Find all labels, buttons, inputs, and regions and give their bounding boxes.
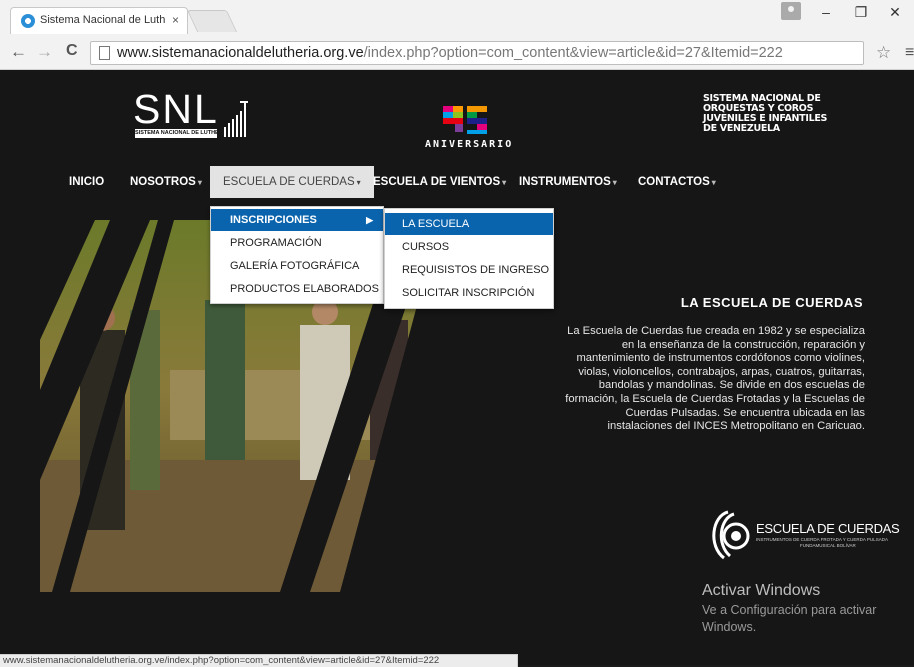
inscripciones-submenu: LA ESCUELA CURSOS REQUISISTOS DE INGRESO… [384,208,554,309]
snl-logo[interactable]: SNL SISTEMA NACIONAL DE LUTHERÍA [133,86,249,140]
browser-tab[interactable]: Sistema Nacional de Luth × [10,7,188,34]
minimize-button[interactable]: – [816,4,836,20]
status-url: www.sistemanacionaldelutheria.org.ve/ind… [3,655,440,666]
chevron-right-icon: ▶ [366,215,373,225]
submenu-item-cursos[interactable]: CURSOS [385,236,553,258]
escuela-cuerdas-emblem-icon [712,510,750,560]
browser-chrome: Sistema Nacional de Luth × – ❐ ✕ ← → C w… [0,0,914,70]
anniversary-text: ANIVERSARIO [425,139,514,150]
tab-close-icon[interactable]: × [172,13,179,27]
nav-contactos[interactable]: CONTACTOS ▾ [638,166,716,198]
new-tab-button[interactable] [186,10,238,32]
chevron-down-icon: ▾ [502,178,507,187]
close-window-button[interactable]: ✕ [885,4,905,21]
page-icon [99,46,110,60]
sistema-orquestas-logo: SISTEMA NACIONAL DE ORQUESTAS Y COROS JU… [703,93,828,134]
nav-nosotros[interactable]: NOSOTROS ▾ [130,166,202,198]
url-text: www.sistemanacionaldelutheria.org.ve/ind… [117,45,783,61]
nav-instrumentos[interactable]: INSTRUMENTOS ▾ [519,166,617,198]
dropdown-item-inscripciones[interactable]: INSCRIPCIONES ▶ [211,209,383,231]
dropdown-item-programacion[interactable]: PROGRAMACIÓN [211,232,383,254]
address-bar[interactable]: www.sistemanacionaldelutheria.org.ve/ind… [90,41,864,65]
site-header: SNL SISTEMA NACIONAL DE LUTHERÍA [0,70,914,160]
nav-inicio[interactable]: INICIO [69,166,104,198]
article-body: La Escuela de Cuerdas fue creada en 1982… [565,325,865,433]
nav-escuela-vientos[interactable]: ESCUELA DE VIENTOS ▾ [373,166,506,198]
bookmark-star-icon[interactable]: ☆ [876,43,891,63]
browser-menu-icon[interactable]: ≡ [905,44,914,62]
submenu-item-requisitos[interactable]: REQUISISTOS DE INGRESO [385,259,553,281]
submenu-item-solicitar[interactable]: SOLICITAR INSCRIPCIÓN [385,282,553,304]
profile-icon[interactable] [781,2,801,20]
forward-icon[interactable]: → [36,42,53,62]
chevron-down-icon: ▾ [711,178,716,187]
windows-activation-watermark: Activar Windows Ve a Configuración para … [702,582,877,634]
anniversary-number-icon [443,106,487,134]
snl-bars-icon [224,101,248,137]
article-title: LA ESCUELA DE CUERDAS [680,295,863,310]
escuela-cuerdas-logo: ESCUELA DE CUERDAS INSTRUMENTOS DE CUERD… [706,506,900,564]
chevron-down-icon: ▾ [356,178,361,187]
reload-icon[interactable]: C [66,42,78,60]
dropdown-item-galeria[interactable]: GALERÍA FOTOGRÁFICA [211,255,383,277]
back-icon[interactable]: ← [10,42,27,62]
chevron-down-icon: ▾ [612,178,617,187]
web-page: SNL SISTEMA NACIONAL DE LUTHERÍA [0,70,914,665]
tab-title: Sistema Nacional de Luth [40,14,166,26]
dropdown-item-productos[interactable]: PRODUCTOS ELABORADOS [211,278,383,300]
site-favicon-icon [21,14,35,28]
status-bar: www.sistemanacionaldelutheria.org.ve/ind… [0,654,518,667]
nav-escuela-cuerdas[interactable]: ESCUELA DE CUERDAS ▾ [210,166,374,198]
submenu-item-la-escuela[interactable]: LA ESCUELA [385,213,553,235]
escuela-cuerdas-dropdown: INSCRIPCIONES ▶ PROGRAMACIÓN GALERÍA FOT… [210,206,384,304]
tab-strip: Sistema Nacional de Luth × – ❐ ✕ [0,0,914,34]
restore-button[interactable]: ❐ [851,4,871,21]
main-nav: INICIO NOSOTROS ▾ ESCUELA DE CUERDAS ▾ ESC… [0,166,914,198]
chevron-down-icon: ▾ [197,178,202,187]
anniversary-logo: ANIVERSARIO [425,102,514,152]
